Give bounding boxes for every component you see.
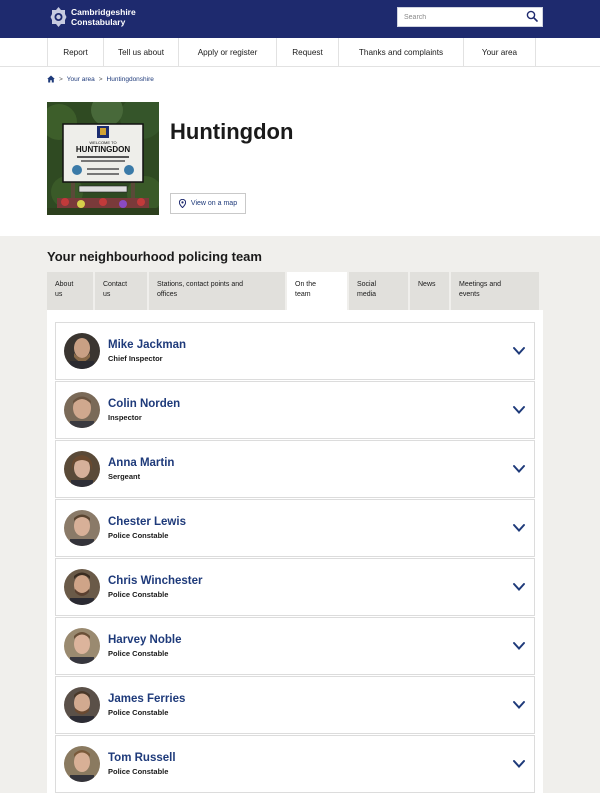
breadcrumb-your-area[interactable]: Your area [67,76,95,83]
avatar [64,451,100,487]
tab-about-us[interactable]: About us [47,272,93,310]
chevron-down-icon[interactable] [512,699,526,711]
breadcrumb-separator: > [59,75,63,83]
team-member-name: Anna Martin [108,457,175,469]
team-member-card[interactable]: Tom Russell Police Constable [55,735,535,793]
logo-line-2: Constabulary [71,17,126,27]
team-member-role: Chief Inspector [108,354,163,363]
main-nav: Report Tell us about Apply or register R… [0,38,600,67]
team-member-name: Mike Jackman [108,339,186,351]
team-member-card[interactable]: Harvey Noble Police Constable [55,617,535,675]
team-member-name: Harvey Noble [108,634,182,646]
team-member-card[interactable]: Colin Norden Inspector [55,381,535,439]
team-member-role: Sergeant [108,472,141,481]
chevron-down-icon[interactable] [512,640,526,652]
chevron-down-icon[interactable] [512,522,526,534]
page-title: Huntingdon [170,119,294,144]
map-pin-icon [178,199,186,208]
nav-item-apply-or-register[interactable]: Apply or register [179,38,277,67]
logo-line-1: Cambridgeshire [71,7,136,17]
view-on-map-button[interactable]: View on a map [170,193,246,214]
chevron-down-icon[interactable] [512,758,526,770]
chevron-down-icon[interactable] [512,463,526,475]
chevron-down-icon[interactable] [512,345,526,357]
avatar [64,333,100,369]
team-member-card[interactable]: Anna Martin Sergeant [55,440,535,498]
nav-item-request[interactable]: Request [277,38,339,67]
search-box [397,7,543,27]
avatar [64,569,100,605]
tab-meetings-and-events[interactable]: Meetings and events [451,272,539,310]
team-member-role: Police Constable [108,590,169,599]
team-member-role: Police Constable [108,767,169,776]
avatar [64,628,100,664]
home-icon[interactable] [47,75,55,83]
team-member-name: Chris Winchester [108,575,203,587]
chevron-down-icon[interactable] [512,404,526,416]
nav-item-your-area[interactable]: Your area [464,38,536,67]
site-header: Cambridgeshire Constabulary [0,0,600,38]
team-member-role: Police Constable [108,531,169,540]
avatar [64,392,100,428]
avatar [64,687,100,723]
constabulary-badge-icon [50,7,67,27]
chevron-down-icon[interactable] [512,581,526,593]
team-member-name: Colin Norden [108,398,181,410]
team-member-role: Police Constable [108,708,169,717]
breadcrumb: > Your area > Huntingdonshire [47,75,154,83]
team-panel: Mike Jackman Chief Inspector Colin Norde… [47,310,543,793]
team-member-name: Chester Lewis [108,516,186,528]
sign-town-text: HUNTINGDON [76,145,130,154]
tab-stations-contact-points[interactable]: Stations, contact points and offices [149,272,285,310]
breadcrumb-huntingdonshire[interactable]: Huntingdonshire [107,76,154,83]
tab-social-media[interactable]: Social media [349,272,408,310]
search-icon [526,10,538,22]
team-member-card[interactable]: Chris Winchester Police Constable [55,558,535,616]
town-sign-image: WELCOME TO HUNTINGDON [47,102,159,215]
section-title: Your neighbourhood policing team [47,249,262,264]
avatar [64,746,100,782]
search-button[interactable] [524,10,539,25]
team-member-card[interactable]: Chester Lewis Police Constable [55,499,535,557]
site-logo[interactable]: Cambridgeshire Constabulary [50,6,136,28]
view-on-map-label: View on a map [190,200,238,207]
tab-contact-us[interactable]: Contact us [95,272,147,310]
nav-item-tell-us-about[interactable]: Tell us about [104,38,179,67]
team-member-card[interactable]: Mike Jackman Chief Inspector [55,322,535,380]
team-member-role: Inspector [108,413,142,422]
tab-on-the-team[interactable]: On the team [287,272,347,310]
tab-news[interactable]: News [410,272,449,310]
team-member-name: Tom Russell [108,752,176,764]
search-input[interactable] [398,8,522,26]
breadcrumb-separator: > [98,75,103,83]
nav-item-report[interactable]: Report [48,38,104,67]
team-member-name: James Ferries [108,693,186,705]
nav-item-thanks-and-complaints[interactable]: Thanks and complaints [339,38,464,67]
team-member-card[interactable]: James Ferries Police Constable [55,676,535,734]
avatar [64,510,100,546]
team-tabs: About us Contact us Stations, contact po… [47,272,539,310]
team-member-role: Police Constable [108,649,169,658]
